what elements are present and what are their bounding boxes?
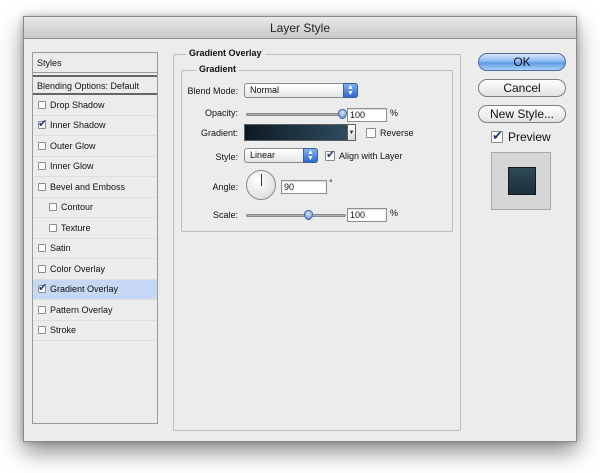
- blend-mode-select[interactable]: Normal ▲ ▼: [244, 83, 358, 98]
- style-item-label: Satin: [50, 243, 71, 254]
- style-item-contour[interactable]: Contour: [33, 198, 157, 218]
- style-item-bevel-and-emboss[interactable]: Bevel and Emboss: [33, 177, 157, 198]
- style-item-label: Stroke: [50, 325, 77, 336]
- style-item-checkbox[interactable]: [38, 100, 46, 109]
- style-item-checkbox[interactable]: [38, 305, 46, 314]
- blend-mode-label: Blend Mode:: [187, 86, 238, 96]
- style-item-checkbox[interactable]: [38, 264, 46, 273]
- gradient-label: Gradient:: [200, 128, 238, 138]
- style-item-drop-shadow[interactable]: Drop Shadow: [33, 95, 157, 116]
- style-item-label: Outer Glow: [50, 140, 96, 151]
- gradient-subtitle: Gradient: [196, 64, 240, 74]
- window-title: Layer Style: [24, 17, 576, 39]
- style-item-color-overlay[interactable]: Color Overlay: [33, 259, 157, 280]
- angle-unit: °: [329, 178, 333, 188]
- preview-swatch: [508, 167, 536, 195]
- angle-dial[interactable]: [246, 170, 276, 200]
- gradient-dropdown-icon[interactable]: ▼: [347, 124, 356, 141]
- reverse-label: Reverse: [380, 128, 414, 138]
- style-item-checkbox[interactable]: [38, 162, 46, 171]
- align-with-layer-label: Align with Layer: [339, 151, 403, 161]
- style-item-checkbox[interactable]: [38, 281, 47, 294]
- style-item-label: Pattern Overlay: [50, 304, 113, 315]
- angle-label: Angle:: [212, 182, 238, 192]
- preview-thumbnail: [491, 152, 551, 210]
- blending-options-item[interactable]: Blending Options: Default: [33, 75, 157, 95]
- blend-mode-dropdown-icon: ▲ ▼: [343, 83, 358, 98]
- preview-checkbox[interactable]: Preview: [491, 128, 551, 144]
- style-value: Linear: [250, 150, 276, 160]
- style-item-inner-shadow[interactable]: Inner Shadow: [33, 116, 157, 136]
- style-item-label: Color Overlay: [50, 263, 106, 274]
- reverse-checkbox-box[interactable]: [366, 128, 376, 138]
- style-dropdown-icon: ▲ ▼: [303, 148, 318, 163]
- scale-label: Scale:: [212, 210, 238, 220]
- opacity-input[interactable]: 100: [347, 108, 387, 122]
- gradient-overlay-title: Gradient Overlay: [186, 48, 265, 58]
- align-with-layer-checkbox[interactable]: Align with Layer: [325, 148, 403, 161]
- ok-button[interactable]: OK: [478, 53, 566, 71]
- style-item-checkbox[interactable]: [38, 326, 46, 335]
- opacity-unit: %: [390, 108, 399, 118]
- align-checkbox-box[interactable]: [325, 148, 335, 161]
- reverse-checkbox[interactable]: Reverse: [366, 128, 414, 138]
- style-item-checkbox[interactable]: [38, 182, 46, 191]
- style-item-checkbox[interactable]: [49, 223, 57, 232]
- new-style-button[interactable]: New Style...: [478, 105, 566, 123]
- gradient-swatch[interactable]: [244, 124, 348, 141]
- style-item-label: Texture: [61, 222, 91, 233]
- style-item-label: Contour: [61, 202, 94, 213]
- styles-list: Styles Blending Options: Default Drop Sh…: [32, 52, 158, 424]
- scale-input[interactable]: 100: [347, 208, 387, 222]
- style-item-checkbox[interactable]: [49, 203, 57, 212]
- scale-unit: %: [390, 208, 399, 218]
- opacity-label: Opacity:: [204, 108, 238, 118]
- cancel-button[interactable]: Cancel: [478, 79, 566, 97]
- style-item-satin[interactable]: Satin: [33, 239, 157, 259]
- style-item-inner-glow[interactable]: Inner Glow: [33, 157, 157, 177]
- style-item-label: Drop Shadow: [50, 99, 105, 110]
- style-item-stroke[interactable]: Stroke: [33, 321, 157, 341]
- style-item-label: Inner Shadow: [50, 120, 106, 131]
- style-item-outer-glow[interactable]: Outer Glow: [33, 136, 157, 157]
- style-item-label: Inner Glow: [50, 161, 94, 172]
- blend-mode-value: Normal: [250, 85, 280, 95]
- style-item-pattern-overlay[interactable]: Pattern Overlay: [33, 300, 157, 321]
- angle-needle: [261, 174, 262, 186]
- style-item-checkbox[interactable]: [38, 244, 46, 253]
- opacity-slider[interactable]: [246, 113, 346, 116]
- style-select[interactable]: Linear ▲ ▼: [244, 148, 318, 163]
- style-item-label: Bevel and Emboss: [50, 181, 126, 192]
- styles-header[interactable]: Styles: [33, 53, 157, 73]
- preview-checkbox-box[interactable]: [491, 128, 503, 144]
- style-item-gradient-overlay[interactable]: Gradient Overlay: [33, 279, 157, 300]
- scale-slider[interactable]: [246, 214, 346, 217]
- style-item-label: Gradient Overlay: [50, 284, 119, 295]
- style-item-texture[interactable]: Texture: [33, 218, 157, 239]
- style-label: Style:: [215, 152, 238, 162]
- style-item-checkbox[interactable]: [38, 141, 46, 150]
- style-items: Drop Shadow Inner Shadow Outer Glow Inner G…: [33, 95, 157, 341]
- angle-input[interactable]: 90: [281, 180, 327, 194]
- style-item-checkbox[interactable]: [38, 117, 47, 130]
- preview-label: Preview: [508, 130, 551, 144]
